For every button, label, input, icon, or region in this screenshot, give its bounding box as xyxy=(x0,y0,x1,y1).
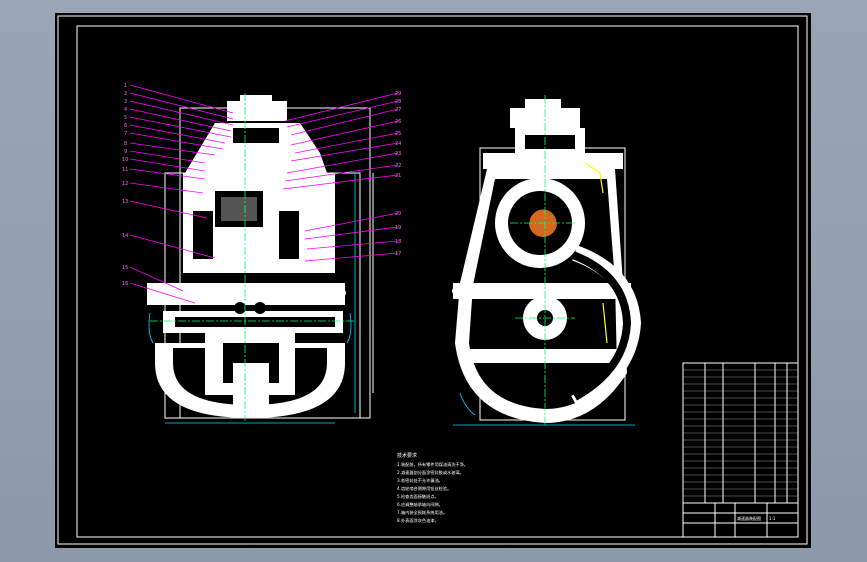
part-label: 2 xyxy=(124,91,127,97)
part-label: 8 xyxy=(124,141,127,147)
part-label: 27 xyxy=(395,107,401,113)
note-line: 6.应调整轴承轴向间隙。 xyxy=(397,501,443,508)
cad-drawing-canvas: 1 2 3 4 5 6 7 8 9 10 11 12 13 14 15 16 2… xyxy=(55,13,811,548)
parts-list-table xyxy=(682,362,799,504)
part-label: 13 xyxy=(122,199,128,205)
part-label: 23 xyxy=(395,151,401,157)
part-label: 20 xyxy=(395,211,401,217)
note-line: 8.外表面涂灰色油漆。 xyxy=(397,517,439,524)
cad-drawing: 1 2 3 4 5 6 7 8 9 10 11 12 13 14 15 16 2… xyxy=(57,15,808,545)
title-block: 减速器装配图 1:1 xyxy=(682,502,799,538)
part-label: 16 xyxy=(122,281,128,287)
right-side-view xyxy=(452,95,642,426)
note-line: 1.装配前，所有零件用煤油清洗干净。 xyxy=(397,461,468,468)
part-label: 9 xyxy=(124,149,127,155)
note-line: 5.检查齿面接触斑点。 xyxy=(397,493,439,500)
note-line: 7.箱内装全损耗系统用油。 xyxy=(397,509,447,516)
part-label: 15 xyxy=(122,265,128,271)
drawing-name: 减速器装配图 xyxy=(737,515,761,521)
part-labels-left: 1 2 3 4 5 6 7 8 9 10 11 12 13 14 15 16 xyxy=(122,83,128,287)
part-label: 29 xyxy=(395,91,401,97)
tech-notes-title: 技术要求 xyxy=(397,452,417,459)
part-label: 26 xyxy=(395,119,401,125)
part-label: 19 xyxy=(395,225,401,231)
note-line: 2.减速器剖分面涂密封胶或水玻璃。 xyxy=(397,469,464,476)
part-label: 10 xyxy=(122,157,128,163)
part-label: 1 xyxy=(124,83,127,89)
part-label: 25 xyxy=(395,131,401,137)
part-label: 7 xyxy=(124,131,127,137)
note-line: 3.各密封处不允许漏油。 xyxy=(397,477,443,484)
part-label: 12 xyxy=(122,181,128,187)
note-line: 4.齿轮啮合侧隙用铅丝检验。 xyxy=(397,485,451,492)
part-label: 21 xyxy=(395,173,401,179)
part-label: 14 xyxy=(122,233,128,239)
part-label: 22 xyxy=(395,163,401,169)
part-label: 5 xyxy=(124,115,127,121)
part-label: 28 xyxy=(395,99,401,105)
scale-value: 1:1 xyxy=(769,516,776,521)
part-label: 4 xyxy=(124,107,127,113)
part-label: 11 xyxy=(122,167,128,173)
part-label: 6 xyxy=(124,123,127,129)
part-labels-right: 29 28 27 26 25 24 23 22 21 20 19 18 17 xyxy=(395,91,401,257)
part-label: 3 xyxy=(124,99,127,105)
inner-frame xyxy=(76,25,799,538)
tech-notes: 技术要求 1.装配前，所有零件用煤油清洗干净。 2.减速器剖分面涂密封胶或水玻璃… xyxy=(397,452,468,524)
part-label: 24 xyxy=(395,141,401,147)
part-label: 18 xyxy=(395,239,401,245)
part-label: 17 xyxy=(395,251,401,257)
